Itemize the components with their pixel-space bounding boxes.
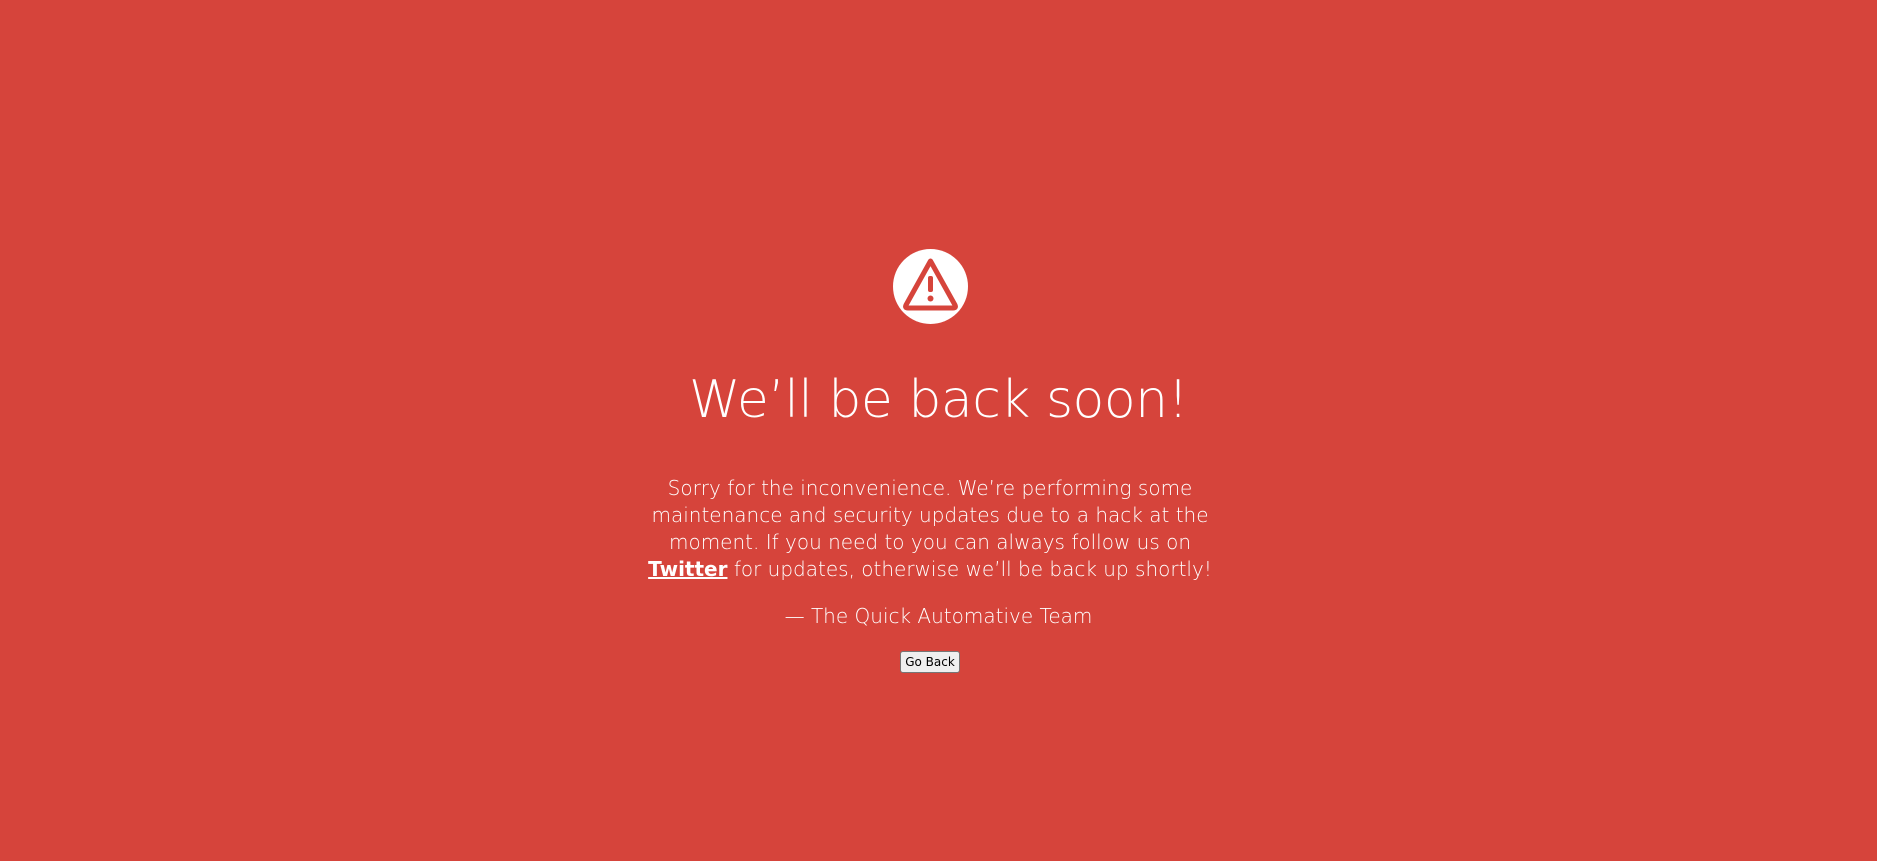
message-text-before-link: Sorry for the inconvenience. We’re perfo… [651,476,1209,554]
page-title: We’ll be back soon! [689,370,1188,430]
maintenance-page: We’ll be back soon! Sorry for the inconv… [0,0,1877,861]
warning-badge [893,249,968,324]
go-back-button[interactable]: Go Back [900,651,960,673]
twitter-link[interactable]: Twitter [648,557,727,581]
team-signature: — The Quick Automative Team [784,604,1093,628]
maintenance-message: Sorry for the inconvenience. We’re perfo… [628,475,1232,583]
warning-triangle-icon [903,258,958,311]
message-text-after-link: for updates, otherwise we’ll be back up … [727,557,1212,581]
